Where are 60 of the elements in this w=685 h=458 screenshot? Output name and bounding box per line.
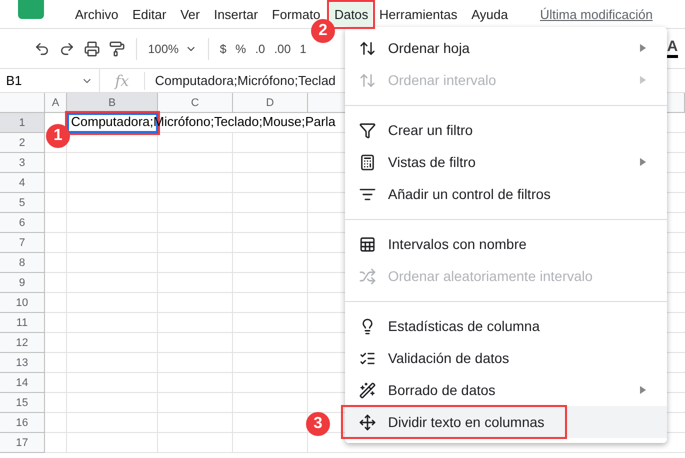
column-header[interactable]: D bbox=[233, 93, 308, 113]
column-header[interactable]: B bbox=[67, 93, 158, 113]
zoom-dropdown[interactable]: 100% bbox=[148, 42, 197, 56]
step-badge: 2 bbox=[311, 19, 335, 43]
table-icon bbox=[359, 236, 376, 252]
menu-tab[interactable]: Herramientas bbox=[375, 2, 462, 26]
menu-item[interactable]: Intervalos con nombre bbox=[345, 228, 667, 260]
row-header[interactable]: 3 bbox=[0, 153, 45, 173]
menu-item[interactable]: Estadísticas de columna bbox=[345, 310, 667, 342]
more-formats-button[interactable]: 1 bbox=[300, 42, 306, 56]
move-arrows-icon bbox=[359, 414, 376, 430]
menu-item[interactable]: Ordenar hoja bbox=[345, 32, 667, 64]
cell-reference[interactable]: B1 bbox=[6, 73, 22, 88]
row-header[interactable]: 16 bbox=[0, 413, 45, 433]
menu-item[interactable]: Dividir texto en columnas bbox=[345, 406, 667, 438]
magic-wand-icon bbox=[359, 382, 376, 398]
menu-item[interactable]: Vistas de filtro bbox=[345, 146, 667, 178]
print-icon[interactable] bbox=[84, 40, 100, 56]
menu-item[interactable]: Borrado de datos bbox=[345, 374, 667, 406]
increase-decimals-button[interactable]: .00 bbox=[274, 42, 291, 56]
row-header[interactable]: 11 bbox=[0, 313, 45, 333]
percent-button[interactable]: % bbox=[235, 42, 246, 56]
menu-item[interactable]: Crear un filtro bbox=[345, 114, 667, 146]
currency-button[interactable]: $ bbox=[220, 42, 226, 56]
menu-tab[interactable]: Insertar bbox=[210, 2, 262, 26]
row-header[interactable]: 14 bbox=[0, 373, 45, 393]
sort-icon bbox=[359, 40, 376, 56]
row-header[interactable]: 7 bbox=[0, 233, 45, 253]
row-header[interactable]: 15 bbox=[0, 393, 45, 413]
row-header[interactable]: 9 bbox=[0, 273, 45, 293]
redo-icon[interactable] bbox=[59, 40, 75, 56]
column-header[interactable]: A bbox=[45, 93, 67, 113]
menu-tab[interactable]: Archivo bbox=[71, 2, 122, 26]
menu-item[interactable]: Añadir un control de filtros bbox=[345, 178, 667, 210]
calculator-icon bbox=[359, 154, 376, 170]
row-header[interactable]: 1 bbox=[0, 113, 45, 133]
row-header[interactable]: 5 bbox=[0, 193, 45, 213]
menu-tab[interactable]: Ayuda bbox=[467, 2, 512, 26]
row-header[interactable]: 17 bbox=[0, 433, 45, 453]
sort-icon bbox=[359, 72, 376, 88]
undo-icon[interactable] bbox=[34, 40, 50, 56]
row-header[interactable]: 4 bbox=[0, 173, 45, 193]
last-edit-link[interactable]: Última modificación bbox=[540, 6, 653, 22]
menu-item[interactable]: Validación de datos bbox=[345, 342, 667, 374]
row-header[interactable]: 12 bbox=[0, 333, 45, 353]
function-label: fx bbox=[100, 72, 145, 90]
menu-tab[interactable]: Datos bbox=[330, 2, 372, 26]
shuffle-icon bbox=[359, 268, 376, 284]
row-header[interactable]: 6 bbox=[0, 213, 45, 233]
row-header[interactable]: 8 bbox=[0, 253, 45, 273]
row-header[interactable]: 10 bbox=[0, 293, 45, 313]
paint-format-icon[interactable] bbox=[109, 40, 125, 56]
decrease-decimals-button[interactable]: .0 bbox=[255, 42, 266, 56]
filter-icon bbox=[359, 122, 376, 138]
formula-value[interactable]: Computadora;Micrófono;Teclad bbox=[155, 73, 336, 88]
row-header[interactable]: 2 bbox=[0, 133, 45, 153]
row-header[interactable]: 13 bbox=[0, 353, 45, 373]
column-header[interactable]: C bbox=[158, 93, 233, 113]
menu-tab[interactable]: Editar bbox=[128, 2, 170, 26]
menu-tab[interactable]: Ver bbox=[176, 2, 204, 26]
